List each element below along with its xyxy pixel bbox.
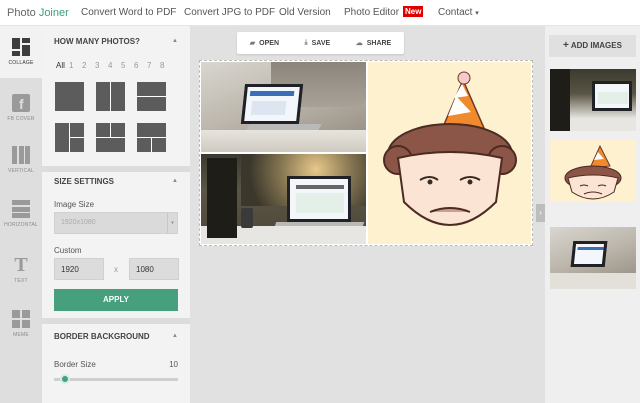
save-label: SAVE	[311, 39, 331, 47]
rail-label-vertical: VERTICAL	[8, 168, 34, 174]
horizontal-icon	[12, 200, 30, 218]
photo-count-options: All 1 2 3 4 5 6 7 8	[56, 61, 173, 70]
layout-thumb-single[interactable]	[55, 82, 84, 111]
apply-button[interactable]: APPLY	[54, 289, 178, 311]
share-button[interactable]: ☁ SHARE	[355, 39, 392, 48]
add-images-button[interactable]: + ADD IMAGES	[549, 35, 636, 57]
chevron-down-icon: ▾	[475, 10, 479, 17]
how-many-photos-section: HOW MANY PHOTOS? ▲ All 1 2 3 4 5 6 7 8	[42, 26, 190, 166]
thumbnail-cartoon[interactable]	[550, 140, 636, 202]
rail-item-text[interactable]: T TEXT	[0, 244, 42, 296]
custom-label: Custom	[54, 246, 82, 255]
count-option-2[interactable]: 2	[82, 61, 95, 70]
nav-convert-jpg-to-pdf[interactable]: Convert JPG to PDF	[184, 7, 275, 18]
layout-thumb-top-plus-two[interactable]	[137, 123, 166, 152]
nav-contact[interactable]: Contact ▾	[438, 7, 479, 18]
folder-icon: ▰	[249, 40, 256, 47]
count-option-5[interactable]: 5	[121, 61, 134, 70]
border-size-label: Border Size	[54, 360, 96, 369]
brand-name-part1: Photo	[7, 6, 39, 19]
cloud-icon: ☁	[355, 40, 363, 47]
open-label: OPEN	[259, 39, 279, 47]
count-option-3[interactable]: 3	[95, 61, 108, 70]
nav-contact-label: Contact	[438, 7, 473, 18]
open-button[interactable]: ▰ OPEN	[249, 39, 279, 48]
collage-icon	[12, 38, 30, 56]
rail-label-text: TEXT	[14, 278, 28, 284]
add-images-label: ADD IMAGES	[570, 41, 622, 50]
download-icon: ⤓	[304, 39, 308, 46]
size-settings-title: SIZE SETTINGS	[54, 177, 115, 186]
layout-thumb-two-rows[interactable]	[137, 82, 166, 111]
layout-thumb-one-plus-two[interactable]	[55, 123, 84, 152]
image-size-value: 1920x1080	[61, 219, 96, 226]
vertical-icon	[12, 146, 30, 164]
how-many-photos-title: HOW MANY PHOTOS?	[54, 37, 140, 46]
nav-old-version[interactable]: Old Version	[279, 7, 331, 18]
layout-thumb-two-plus-one[interactable]	[96, 123, 125, 152]
rail-item-horizontal[interactable]: HORIZONTAL	[0, 188, 42, 240]
rail-label-meme: MEME	[13, 332, 29, 338]
brand-logo[interactable]: Photo Joiner	[7, 7, 69, 19]
rail-label-collage: COLLAGE	[8, 60, 34, 66]
rail-item-meme[interactable]: MEME	[0, 298, 42, 350]
tool-rail: COLLAGE f FB COVER VERTICAL HORIZONTAL T…	[0, 26, 42, 403]
rail-item-vertical[interactable]: VERTICAL	[0, 134, 42, 186]
canvas-dashed-outline	[199, 60, 533, 246]
collapse-icon[interactable]: ▲	[172, 38, 178, 44]
custom-height-input[interactable]: 1080	[129, 258, 179, 280]
thumbnail-laptop-bed[interactable]	[550, 227, 636, 289]
expand-panel-toggle[interactable]: ›	[536, 204, 545, 222]
rail-item-collage[interactable]: COLLAGE	[0, 26, 42, 78]
collapse-icon[interactable]: ▲	[172, 333, 178, 339]
rail-label-horizontal: HORIZONTAL	[4, 222, 38, 228]
rail-item-fb-cover[interactable]: f FB COVER	[0, 82, 42, 134]
share-label: SHARE	[366, 39, 392, 47]
border-background-title: BORDER BACKGROUND	[54, 332, 150, 341]
save-button[interactable]: ⤓ SAVE	[305, 39, 331, 47]
border-size-slider[interactable]	[54, 378, 178, 381]
count-option-all[interactable]: All	[56, 61, 69, 70]
canvas-toolbar: ▰ OPEN ⤓ SAVE ☁ SHARE	[237, 32, 404, 54]
count-option-1[interactable]: 1	[69, 61, 82, 70]
border-background-section: BORDER BACKGROUND ▲ Border Size 10	[42, 324, 190, 403]
plus-icon: +	[563, 40, 569, 51]
count-option-4[interactable]: 4	[108, 61, 121, 70]
text-icon: T	[14, 254, 28, 276]
collapse-icon[interactable]: ▲	[172, 178, 178, 184]
count-option-8[interactable]: 8	[160, 61, 173, 70]
chevron-down-icon: ▾	[167, 213, 177, 233]
thumbnail-laptop-desk[interactable]	[550, 69, 636, 131]
slider-handle[interactable]	[60, 374, 70, 384]
image-size-label: Image Size	[54, 200, 95, 209]
dimension-separator: x	[114, 265, 118, 274]
meme-icon	[12, 310, 30, 328]
size-settings-section: SIZE SETTINGS ▲ Image Size 1920x1080 ▾ C…	[42, 172, 190, 318]
nav-convert-word-to-pdf[interactable]: Convert Word to PDF	[81, 7, 176, 18]
layout-thumb-two-columns[interactable]	[96, 82, 125, 111]
new-badge: New	[403, 6, 424, 17]
facebook-icon: f	[12, 94, 30, 112]
settings-panel: HOW MANY PHOTOS? ▲ All 1 2 3 4 5 6 7 8 S…	[42, 26, 190, 403]
count-option-6[interactable]: 6	[134, 61, 147, 70]
image-size-select[interactable]: 1920x1080 ▾	[54, 212, 178, 234]
image-strip: + ADD IMAGES	[545, 26, 640, 403]
border-size-value: 10	[169, 360, 178, 369]
collage-canvas[interactable]	[199, 60, 533, 246]
brand-name-part2: Joiner	[38, 6, 69, 19]
top-navigation-bar: Photo Joiner Convert Word to PDF Convert…	[0, 0, 640, 26]
count-option-7[interactable]: 7	[147, 61, 160, 70]
rail-label-fb-cover: FB COVER	[7, 116, 35, 122]
custom-width-input[interactable]: 1920	[54, 258, 104, 280]
nav-photo-editor[interactable]: Photo Editor	[344, 7, 399, 18]
